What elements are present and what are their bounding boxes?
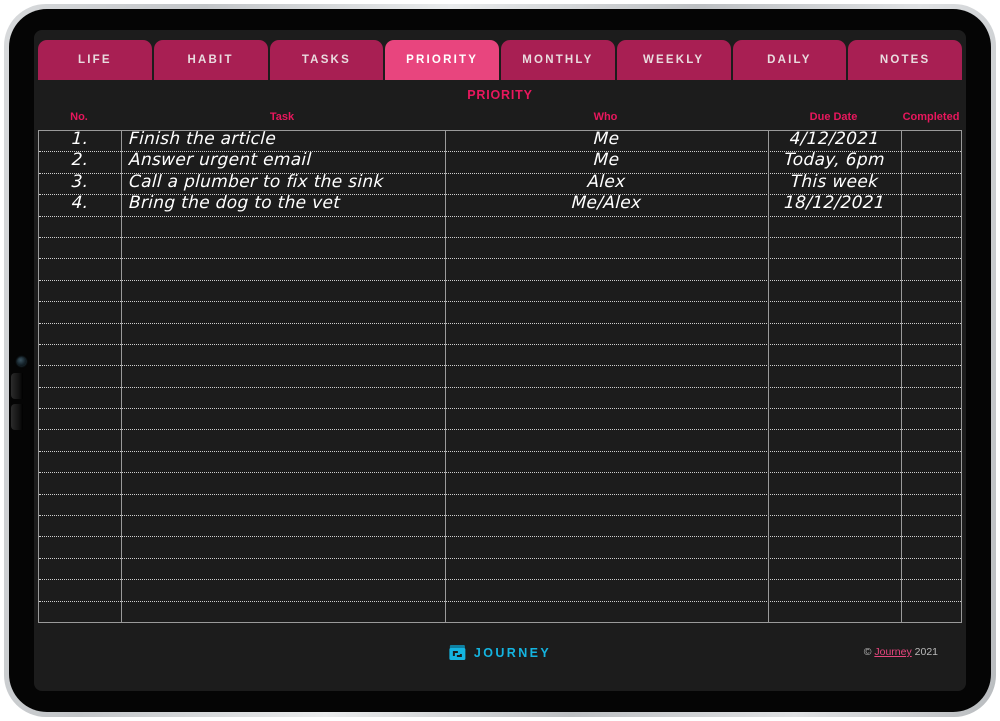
table-row[interactable]	[39, 537, 961, 559]
row-cell-due-date[interactable]: Today, 6pm	[767, 150, 901, 171]
tab-weekly[interactable]: WEEKLY	[616, 40, 731, 80]
row-cell-no[interactable]: 2.	[38, 150, 121, 171]
column-divider-task-who	[445, 131, 446, 622]
tab-priority[interactable]: PRIORITY	[385, 40, 499, 80]
table-row[interactable]	[39, 345, 961, 367]
copyright-year: 2021	[914, 646, 938, 658]
volume-down-button[interactable]	[11, 404, 23, 430]
brand-logo[interactable]: JOURNEY	[449, 644, 551, 661]
app-screen: LIFE HABIT TASKS PRIORITY MONTHLY WEEKLY…	[34, 30, 966, 691]
row-cell-no[interactable]: 3.	[38, 172, 121, 193]
page-title: PRIORITY	[467, 88, 533, 102]
column-header-due-date: Due Date	[809, 111, 858, 123]
table-row[interactable]	[39, 302, 961, 324]
tab-daily-label: DAILY	[767, 54, 812, 66]
table-row[interactable]	[39, 388, 961, 410]
column-divider-due-completed	[901, 131, 902, 622]
table-row[interactable]	[39, 473, 961, 495]
priority-table: No. Task Who Due Date Completed 1. Finish…	[38, 111, 962, 623]
table-row[interactable]: 2. Answer urgent email Me Today, 6pm	[38, 150, 961, 174]
row-cell-who[interactable]: Me/Alex	[444, 193, 768, 214]
row-cell-task[interactable]: Answer urgent email	[128, 150, 445, 171]
tab-weekly-label: WEEKLY	[642, 54, 705, 66]
brand-name: JOURNEY	[473, 645, 552, 660]
tab-monthly[interactable]: MONTHLY	[501, 40, 615, 80]
tab-daily[interactable]: DAILY	[732, 40, 847, 80]
tab-monthly-label: MONTHLY	[522, 54, 594, 66]
table-row[interactable]	[39, 452, 961, 474]
journey-bag-icon	[449, 644, 466, 661]
row-cell-task[interactable]: Call a plumber to fix the sink	[128, 172, 445, 193]
table-row[interactable]	[39, 281, 961, 303]
table-row[interactable]	[39, 580, 961, 602]
table-row[interactable]	[39, 366, 961, 388]
column-header-completed: Completed	[902, 111, 960, 123]
copyright: © Journey 2021	[864, 646, 938, 658]
tab-bar: LIFE HABIT TASKS PRIORITY MONTHLY WEEKLY…	[38, 40, 962, 80]
tablet-device: LIFE HABIT TASKS PRIORITY MONTHLY WEEKLY…	[0, 0, 1000, 721]
column-divider-no-task	[121, 131, 122, 622]
table-row[interactable]	[39, 559, 961, 581]
table-row[interactable]: 3. Call a plumber to fix the sink Alex This…	[38, 172, 961, 196]
table-row[interactable]	[39, 259, 961, 281]
tab-tasks-label: TASKS	[301, 54, 351, 66]
footer: JOURNEY © Journey 2021	[34, 630, 966, 691]
table-row[interactable]	[39, 217, 961, 238]
tab-notes[interactable]: NOTES	[848, 40, 962, 80]
table-column-headers: No. Task Who Due Date Completed	[38, 111, 962, 130]
row-cell-task[interactable]: Finish the article	[128, 129, 445, 150]
column-header-who: Who	[593, 111, 618, 123]
row-cell-who[interactable]: Me	[444, 129, 768, 150]
tab-priority-label: PRIORITY	[406, 54, 479, 66]
row-cell-due-date[interactable]: 18/12/2021	[767, 193, 901, 214]
tab-life[interactable]: LIFE	[38, 40, 152, 80]
copyright-symbol: ©	[863, 646, 872, 658]
table-row[interactable]	[39, 602, 961, 623]
row-cell-who[interactable]: Alex	[444, 172, 768, 193]
volume-up-button[interactable]	[11, 373, 23, 399]
table-row[interactable]	[39, 324, 961, 345]
tab-notes-label: NOTES	[879, 54, 931, 66]
table-row[interactable]	[39, 238, 961, 260]
column-header-task: Task	[269, 111, 295, 123]
tab-life-label: LIFE	[78, 54, 112, 66]
table-row[interactable]	[39, 495, 961, 517]
row-cell-due-date[interactable]: This week	[767, 172, 901, 193]
table-body: 1. Finish the article Me 4/12/2021 2. Answer …	[38, 129, 961, 623]
row-cell-due-date[interactable]: 4/12/2021	[767, 129, 901, 150]
table-row[interactable]: 4. Bring the dog to the vet Me/Alex 18/12/2…	[38, 193, 961, 217]
table-row[interactable]	[39, 430, 961, 452]
column-divider-who-due	[768, 131, 769, 622]
row-cell-no[interactable]: 1.	[38, 129, 121, 150]
tab-tasks[interactable]: TASKS	[269, 40, 384, 80]
row-cell-task[interactable]: Bring the dog to the vet	[128, 193, 445, 214]
tab-habit-label: HABIT	[187, 54, 234, 66]
table-row[interactable]	[39, 516, 961, 538]
row-cell-no[interactable]: 4.	[38, 193, 121, 214]
front-camera-icon	[17, 357, 26, 366]
row-cell-who[interactable]: Me	[444, 150, 768, 171]
column-header-no: No.	[70, 111, 88, 123]
table-row[interactable]	[39, 409, 961, 431]
copyright-link[interactable]: Journey	[874, 646, 911, 658]
table-grid: 1. Finish the article Me 4/12/2021 2. Answer …	[38, 129, 962, 623]
tab-habit[interactable]: HABIT	[153, 40, 268, 80]
